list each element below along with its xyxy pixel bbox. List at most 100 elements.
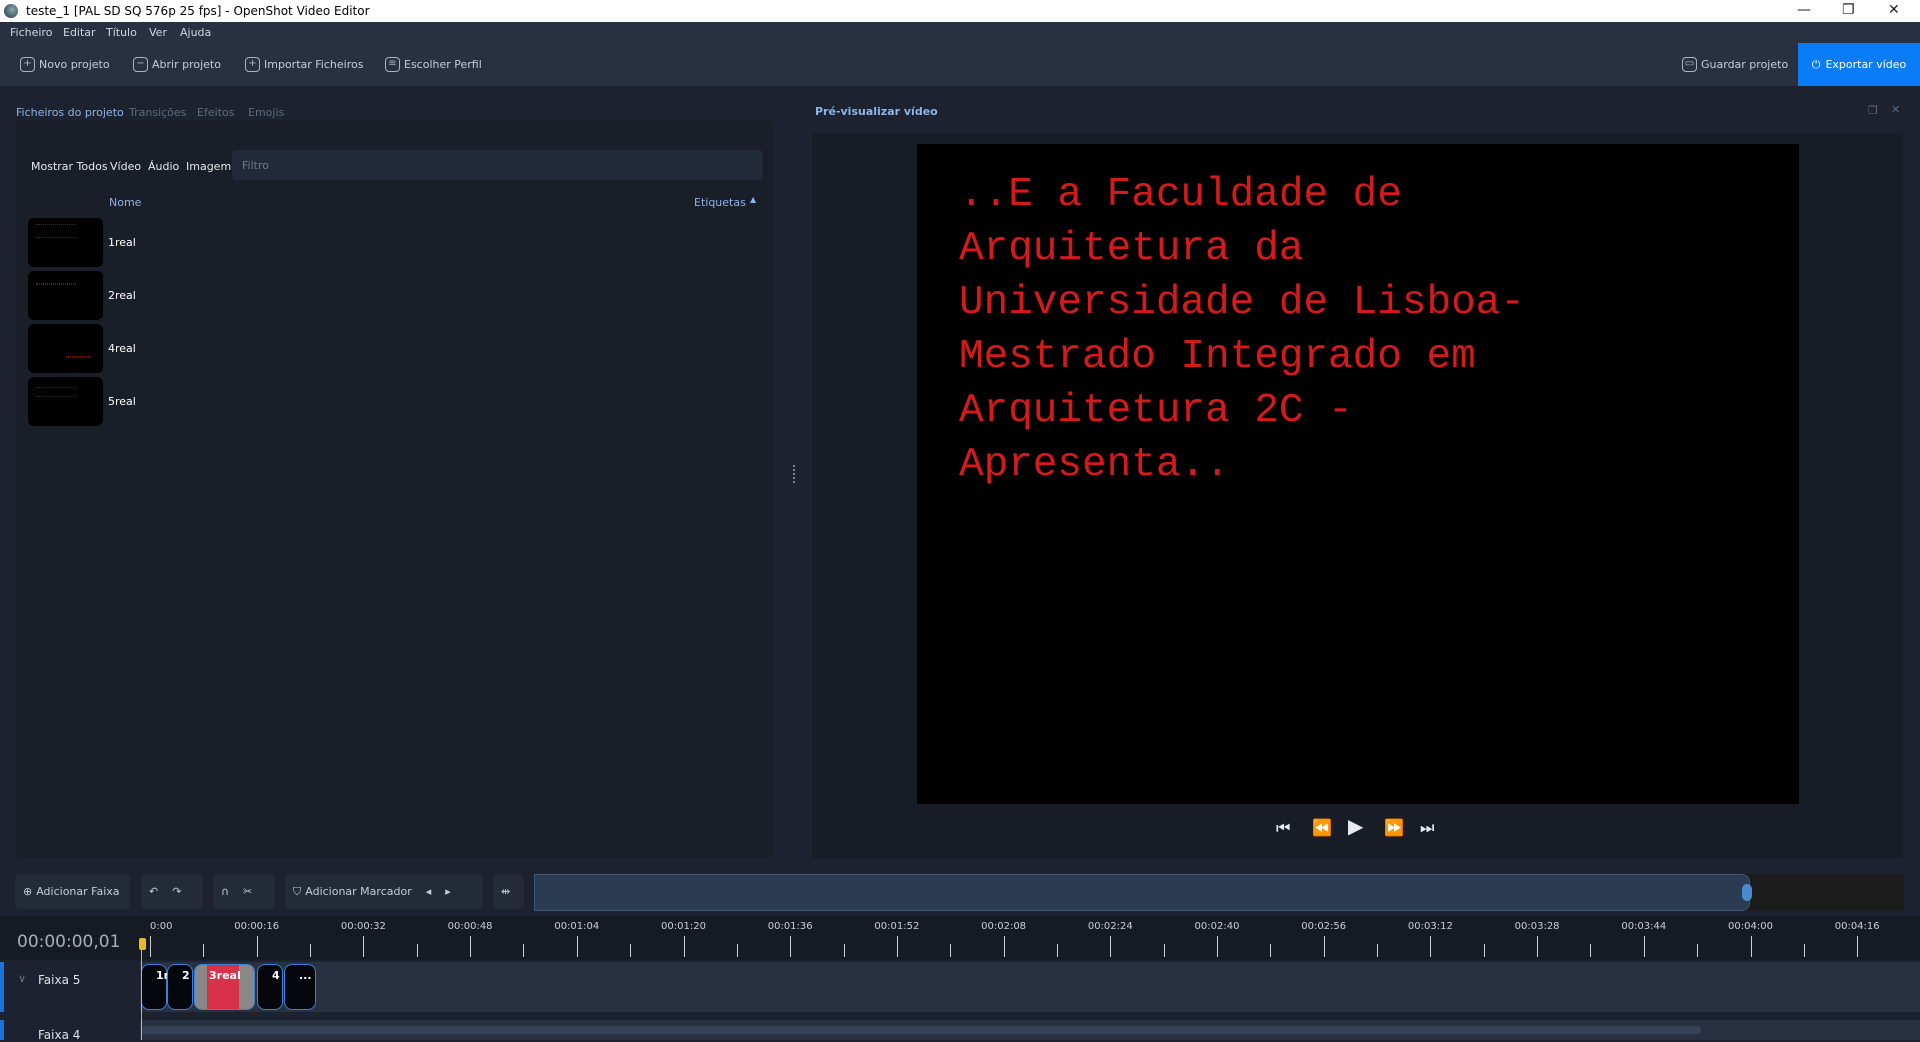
playhead-handle[interactable] xyxy=(139,938,146,950)
menu-ver[interactable]: Ver xyxy=(149,26,167,39)
menu-titulo[interactable]: Título xyxy=(106,26,137,39)
column-name[interactable]: Nome xyxy=(109,196,141,209)
tab-transitions[interactable]: Transições xyxy=(129,106,186,119)
file-name[interactable]: 4real xyxy=(108,342,136,355)
filter-audio[interactable]: Áudio xyxy=(148,160,179,173)
ruler-tick xyxy=(470,936,472,957)
prev-marker-icon[interactable]: ◂ xyxy=(426,885,432,898)
timeline-clip[interactable]: 1r xyxy=(141,964,169,1010)
close-button[interactable]: ✕ xyxy=(1888,2,1900,18)
save-project-button[interactable]: ▭ Guardar projeto xyxy=(1682,57,1788,72)
ruler-tick xyxy=(523,944,525,957)
file-name[interactable]: 2real xyxy=(108,289,136,302)
ruler-label: 00:00:48 xyxy=(447,921,493,932)
menu-ficheiro[interactable]: Ficheiro xyxy=(10,26,52,39)
ruler-tick xyxy=(1003,936,1005,957)
file-thumbnail[interactable] xyxy=(28,271,103,320)
ruler-tick xyxy=(1323,936,1325,957)
ruler-tick xyxy=(363,936,365,957)
video-text-line: Arquitetura da xyxy=(959,226,1304,272)
rewind-button[interactable]: ⏪ xyxy=(1312,818,1332,837)
center-timeline-button[interactable]: ⇹ xyxy=(493,874,524,909)
add-marker-button[interactable]: ⛉ Adicionar Marcador ◂ ▸ xyxy=(285,874,483,909)
close-panel-icon[interactable]: ✕ xyxy=(1891,103,1900,116)
file-name[interactable]: 5real xyxy=(108,395,136,408)
zoom-range[interactable] xyxy=(534,874,1750,911)
export-video-button[interactable]: ⏻ Exportar vídeo xyxy=(1798,43,1920,86)
video-frame: ..E a Faculdade de Arquitetura da Univer… xyxy=(917,144,1799,804)
ruler-tick xyxy=(150,936,151,957)
filter-video[interactable]: Vídeo xyxy=(110,160,141,173)
tab-project-files[interactable]: Ficheiros do projeto xyxy=(16,106,124,119)
timeline-clip[interactable]: 3real xyxy=(194,964,255,1010)
plus-icon: + xyxy=(245,57,260,72)
chevron-down-icon[interactable]: ∨ xyxy=(18,972,26,985)
ruler-tick xyxy=(843,944,845,957)
timeline-clip[interactable]: 4 xyxy=(257,964,283,1010)
ruler-tick xyxy=(630,944,632,957)
project-files-panel xyxy=(16,120,773,858)
minimize-button[interactable]: — xyxy=(1797,2,1811,18)
download-icon: ⏻ xyxy=(1811,57,1821,71)
play-button[interactable]: ▶ xyxy=(1348,814,1363,838)
ruler-label: 00:00:32 xyxy=(340,921,386,932)
video-text-line: ..E a Faculdade de xyxy=(959,172,1402,218)
timeline-clip[interactable]: 2 xyxy=(167,964,193,1010)
label: Novo projeto xyxy=(39,58,110,71)
float-icon[interactable]: ❐ xyxy=(1868,104,1878,117)
filter-all[interactable]: Mostrar Todos xyxy=(31,160,108,173)
restore-button[interactable]: ❐ xyxy=(1842,2,1855,18)
ruler-label: 0:00 xyxy=(150,921,173,932)
ruler-label: 00:04:16 xyxy=(1834,921,1880,932)
app-logo-icon xyxy=(4,4,18,18)
add-track-button[interactable]: ⊕ Adicionar Faixa xyxy=(15,874,130,909)
fast-forward-button[interactable]: ⏩ xyxy=(1384,818,1404,837)
splitter-handle[interactable] xyxy=(793,465,795,483)
choose-profile-button[interactable]: ≡ Escolher Perfil xyxy=(385,57,482,72)
menu-ajuda[interactable]: Ajuda xyxy=(180,26,211,39)
label: Adicionar Faixa xyxy=(36,885,120,898)
horizontal-scrollbar[interactable] xyxy=(141,1026,1701,1034)
label: Importar Ficheiros xyxy=(264,58,364,71)
ruler-label: 00:02:08 xyxy=(981,921,1027,932)
ruler-label: 00:01:52 xyxy=(874,921,920,932)
next-marker-icon[interactable]: ▸ xyxy=(445,885,451,898)
tab-emojis[interactable]: Emojis xyxy=(248,106,284,119)
ruler-label: 00:02:24 xyxy=(1087,921,1133,932)
file-name[interactable]: 1real xyxy=(108,236,136,249)
ruler-tick xyxy=(1483,944,1485,957)
jump-start-button[interactable]: ⏮ xyxy=(1276,818,1290,838)
track-faixa-4[interactable]: Faixa 4 xyxy=(0,1020,1920,1042)
filter-input[interactable]: Filtro xyxy=(232,150,763,180)
zoom-handle[interactable] xyxy=(1742,884,1752,901)
open-project-button[interactable]: − Abrir projeto xyxy=(133,57,221,72)
track-header[interactable]: Faixa 4 xyxy=(0,1020,140,1042)
file-thumbnail[interactable] xyxy=(28,218,103,267)
column-tags[interactable]: Etiquetas xyxy=(694,196,746,209)
redo-icon[interactable]: ↷ xyxy=(172,885,181,898)
snap-icon[interactable]: ∩ xyxy=(221,885,229,898)
playhead[interactable] xyxy=(141,940,142,1040)
ruler-tick xyxy=(416,944,418,957)
ruler-label: 00:02:56 xyxy=(1301,921,1347,932)
label: Exportar vídeo xyxy=(1825,58,1907,71)
new-project-button[interactable]: + Novo projeto xyxy=(20,57,110,72)
preview-title: Pré-visualizar vídeo xyxy=(815,105,938,118)
undo-icon[interactable]: ↶ xyxy=(149,885,158,898)
track-header[interactable]: ∨ Faixa 5 xyxy=(0,962,140,1012)
timeline-zoom-scrollbar[interactable] xyxy=(534,874,1904,911)
razor-icon[interactable]: ✂ xyxy=(243,885,252,898)
snap-razor-group: ∩ ✂ xyxy=(213,874,275,909)
import-files-button[interactable]: + Importar Ficheiros xyxy=(245,57,363,72)
file-thumbnail[interactable] xyxy=(28,324,103,373)
tab-effects[interactable]: Efeitos xyxy=(197,106,234,119)
menu-editar[interactable]: Editar xyxy=(63,26,96,39)
label: Adicionar Marcador xyxy=(305,885,412,898)
file-thumbnail[interactable] xyxy=(28,377,103,426)
ruler-tick xyxy=(576,936,578,957)
jump-end-button[interactable]: ⏭ xyxy=(1420,818,1434,838)
filter-image[interactable]: Imagem xyxy=(186,160,231,173)
timeline-clip[interactable]: ... xyxy=(284,964,316,1010)
video-text-line: Apresenta.. xyxy=(959,442,1230,488)
ruler-tick xyxy=(736,944,738,957)
